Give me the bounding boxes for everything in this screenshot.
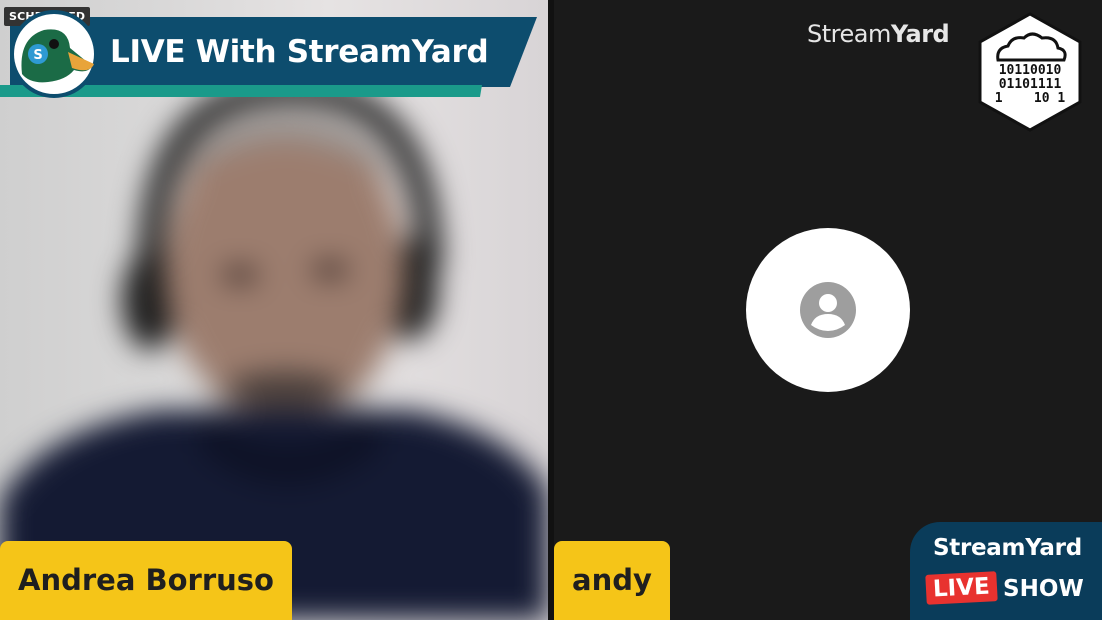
broadcast-canvas: SCHEDULED S LIVE With StreamYard Andrea …	[0, 0, 1102, 620]
svg-text:10110010: 10110010	[999, 63, 1062, 78]
live-label: LIVE	[925, 571, 998, 605]
svg-text:S: S	[33, 48, 42, 63]
svg-text:1 10 1: 1 10 1	[995, 91, 1066, 106]
svg-text:01101111: 01101111	[999, 77, 1062, 92]
streamyard-brand-logo: StreamYard	[807, 20, 950, 48]
cloud-binary-hex-icon: 10110010 01101111 1 10 1	[978, 12, 1082, 132]
participant-avatar-placeholder	[746, 228, 910, 392]
show-label: SHOW	[1003, 576, 1084, 602]
participant-name-andy: andy	[554, 541, 670, 620]
participant-name-andrea: Andrea Borruso	[0, 541, 292, 620]
live-show-badge-title: StreamYard	[933, 535, 1082, 561]
account-circle-icon	[800, 282, 856, 338]
duck-logo-icon: S	[10, 10, 98, 98]
banner-title: LIVE With StreamYard	[110, 34, 489, 70]
